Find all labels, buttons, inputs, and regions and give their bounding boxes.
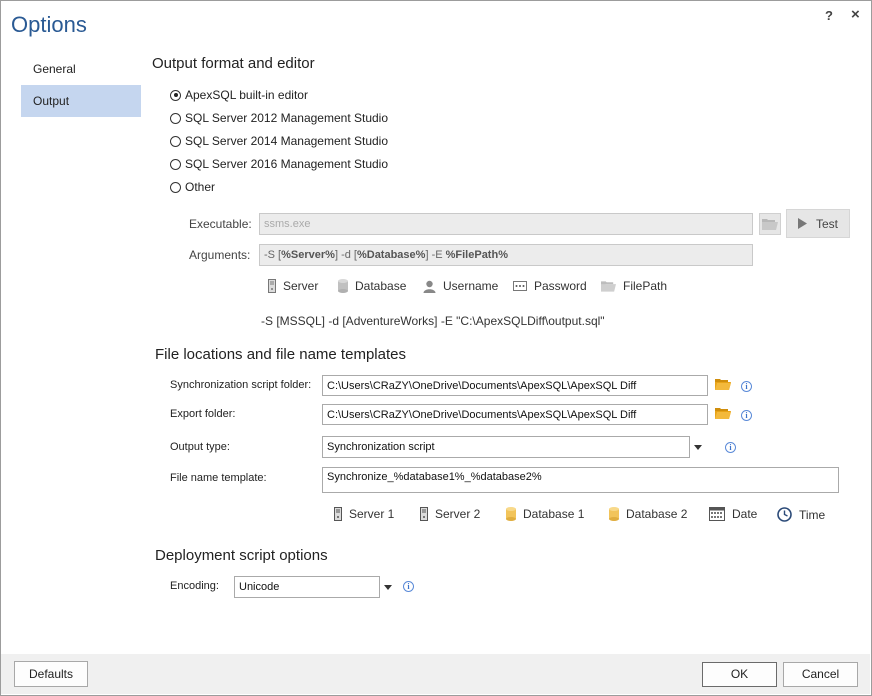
user-icon: [423, 280, 436, 293]
cancel-button[interactable]: Cancel: [783, 662, 858, 687]
radio-button[interactable]: [170, 181, 181, 193]
radio-ssms-2014[interactable]: SQL Server 2014 Management Studio: [170, 132, 388, 150]
arguments-token: %Server%: [281, 249, 335, 261]
radio-button[interactable]: [170, 112, 181, 124]
arguments-text: ] -d [: [334, 249, 357, 261]
test-button-label: Test: [815, 216, 838, 231]
info-icon[interactable]: i: [741, 410, 752, 421]
executable-browse-button[interactable]: [759, 213, 781, 235]
export-folder-label: Export folder:: [170, 408, 236, 420]
server-icon: [268, 279, 276, 293]
executable-input[interactable]: ssms.exe: [259, 213, 753, 235]
defaults-button[interactable]: Defaults: [14, 661, 88, 687]
close-button[interactable]: ×: [851, 6, 860, 23]
token-server-2[interactable]: Server 2: [420, 507, 480, 521]
folder-icon: [762, 219, 778, 230]
radio-label: SQL Server 2012 Management Studio: [185, 111, 389, 125]
radio-label: SQL Server 2016 Management Studio: [185, 157, 389, 171]
database-icon: [338, 279, 348, 293]
export-folder-browse-icon[interactable]: [715, 407, 731, 419]
output-type-select[interactable]: Synchronization script: [322, 436, 690, 458]
token-label: Database 1: [523, 507, 585, 521]
encoding-select[interactable]: Unicode: [234, 576, 380, 598]
sync-folder-input[interactable]: C:\Users\CRaZY\OneDrive\Documents\ApexSQ…: [322, 375, 708, 396]
token-label: Username: [443, 279, 499, 293]
radio-button[interactable]: [170, 135, 181, 147]
radio-ssms-2016[interactable]: SQL Server 2016 Management Studio: [170, 155, 388, 173]
folder-icon: [601, 281, 616, 292]
nav-item-general[interactable]: General: [21, 53, 141, 85]
token-database-2[interactable]: Database 2: [609, 507, 687, 521]
token-password[interactable]: Password: [513, 279, 587, 293]
info-icon[interactable]: i: [403, 581, 414, 592]
token-date[interactable]: Date: [709, 507, 757, 521]
info-icon[interactable]: i: [725, 442, 736, 453]
token-server[interactable]: Server: [268, 279, 318, 293]
token-username[interactable]: Username: [423, 279, 498, 293]
info-icon[interactable]: i: [741, 381, 752, 392]
nav-item-output[interactable]: Output: [21, 85, 141, 117]
calendar-icon: [709, 507, 725, 521]
radio-ssms-2012[interactable]: SQL Server 2012 Management Studio: [170, 109, 388, 127]
dialog-title: Options: [11, 12, 87, 37]
test-button[interactable]: Test: [786, 209, 850, 238]
radio-label: Other: [185, 180, 216, 194]
output-type-label: Output type:: [170, 441, 230, 453]
password-icon: [513, 281, 527, 291]
arguments-text: -S [: [264, 249, 282, 261]
radio-button[interactable]: [170, 89, 181, 101]
clock-icon: [777, 507, 792, 522]
radio-label: SQL Server 2014 Management Studio: [185, 134, 389, 148]
export-folder-input[interactable]: C:\Users\CRaZY\OneDrive\Documents\ApexSQ…: [322, 404, 708, 425]
sync-folder-label: Synchronization script folder:: [170, 379, 312, 391]
token-label: Server: [283, 279, 319, 293]
arguments-text: ] -E: [425, 249, 446, 261]
chevron-down-icon[interactable]: [384, 585, 392, 590]
deployment-heading: Deployment script options: [155, 547, 328, 564]
radio-other[interactable]: Other: [170, 178, 215, 196]
encoding-label: Encoding:: [170, 580, 219, 592]
file-locations-heading: File locations and file name templates: [155, 346, 406, 363]
arguments-token: %FilePath%: [445, 249, 508, 261]
server-icon: [420, 507, 428, 521]
token-label: Database: [355, 279, 407, 293]
token-label: Date: [732, 507, 758, 521]
radio-apexsql-editor[interactable]: ApexSQL built-in editor: [170, 86, 308, 104]
token-label: Server 1: [349, 507, 395, 521]
server-icon: [334, 507, 342, 521]
token-filepath[interactable]: FilePath: [601, 279, 667, 293]
radio-label: ApexSQL built-in editor: [185, 88, 308, 102]
token-server-1[interactable]: Server 1: [334, 507, 394, 521]
sync-folder-browse-icon[interactable]: [715, 378, 731, 390]
token-database[interactable]: Database: [338, 279, 406, 293]
arguments-input[interactable]: -S [%Server%] -d [%Database%] -E %FilePa…: [259, 244, 753, 266]
token-label: FilePath: [623, 279, 668, 293]
token-label: Server 2: [435, 507, 481, 521]
arguments-preview: -S [MSSQL] -d [AdventureWorks] -E "C:\Ap…: [261, 314, 605, 328]
token-label: Database 2: [626, 507, 688, 521]
arguments-token: %Database%: [356, 249, 426, 261]
token-label: Time: [799, 507, 826, 522]
chevron-down-icon[interactable]: [694, 445, 702, 450]
play-icon: [797, 218, 807, 229]
file-name-template-label: File name template:: [170, 472, 267, 484]
help-button[interactable]: ?: [825, 8, 833, 23]
token-database-1[interactable]: Database 1: [506, 507, 584, 521]
database-icon: [609, 507, 619, 521]
output-format-heading: Output format and editor: [152, 55, 315, 72]
token-label: Password: [534, 279, 587, 293]
arguments-label: Arguments:: [189, 248, 251, 262]
token-time[interactable]: Time: [777, 507, 825, 522]
file-name-template-input[interactable]: Synchronize_%database1%_%database2%: [322, 467, 839, 493]
radio-button[interactable]: [170, 158, 181, 170]
ok-button[interactable]: OK: [702, 662, 777, 687]
executable-label: Executable:: [189, 217, 252, 231]
database-icon: [506, 507, 516, 521]
